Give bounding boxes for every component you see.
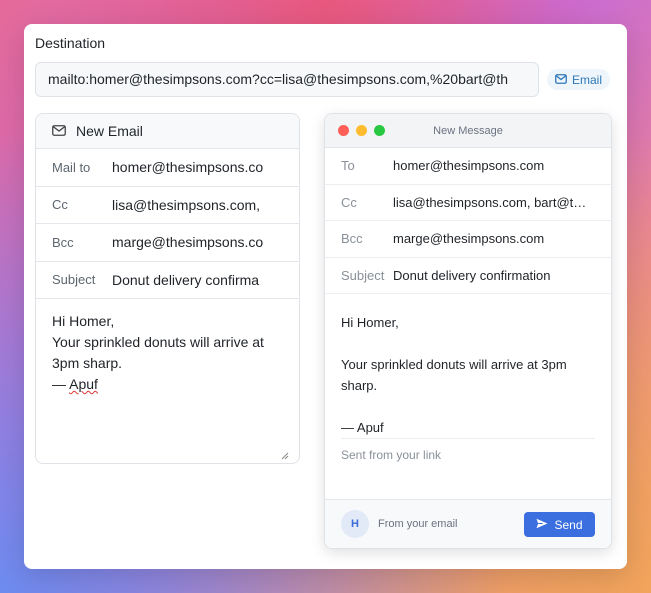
preview-signature: Sent from your link — [341, 438, 595, 480]
preview-cc-label: Cc — [341, 194, 357, 210]
preview-to-value: homer@thesimpsons.com — [393, 158, 545, 174]
preview-bcc-row: Bcc marge@thesimpsons.com — [325, 221, 611, 258]
new-email-title: New Email — [76, 123, 143, 139]
destination-url-field[interactable]: mailto:homer@thesimpsons.com?cc=lisa@the… — [35, 62, 539, 97]
from-label: From your email — [378, 518, 458, 530]
send-label: Send — [554, 517, 583, 532]
window-titlebar: New Message — [325, 114, 611, 148]
paper-plane-icon — [536, 518, 548, 532]
mail-to-input[interactable]: homer@thesimpsons.co — [112, 159, 299, 175]
preview-cc-row: Cc lisa@thesimpsons.com, bart@thesimpson… — [325, 185, 611, 221]
cc-input[interactable]: lisa@thesimpsons.com, — [112, 197, 299, 213]
send-button[interactable]: Send — [524, 512, 595, 537]
mailto-builder-card: Destination mailto:homer@thesimpsons.com… — [24, 24, 627, 569]
envelope-icon — [555, 73, 567, 87]
preview-subject-value: Donut delivery confirmation — [393, 267, 551, 283]
bcc-input[interactable]: marge@thesimpsons.co — [112, 234, 299, 250]
preview-bcc-value: marge@thesimpsons.com — [393, 231, 545, 247]
email-type-badge[interactable]: Email — [547, 69, 611, 90]
preview-to-label: To — [341, 158, 355, 174]
body-line: Your sprinkled donuts will arrive at 3pm… — [52, 334, 268, 371]
signature-dash: — — [52, 376, 70, 392]
new-email-form: New Email Mail to homer@thesimpsons.co C… — [35, 113, 300, 464]
mail-to-row: Mail to homer@thesimpsons.co — [36, 149, 299, 187]
avatar: H — [341, 510, 369, 538]
message-body-textarea[interactable]: Hi Homer, Your sprinkled donuts will arr… — [36, 299, 299, 461]
signature-name: Apuf — [69, 376, 98, 392]
subject-row: Subject Donut delivery confirma — [36, 262, 299, 299]
preview-cc-value: lisa@thesimpsons.com, bart@thesimpsons.c… — [393, 194, 611, 210]
preview-bcc-label: Bcc — [341, 231, 363, 247]
message-preview-window: New Message To homer@thesimpsons.com Cc … — [324, 113, 612, 549]
preview-to-row: To homer@thesimpsons.com — [325, 148, 611, 185]
bcc-row: Bcc marge@thesimpsons.co — [36, 224, 299, 262]
email-badge-label: Email — [572, 72, 603, 87]
subject-input[interactable]: Donut delivery confirma — [112, 272, 299, 288]
preview-body-text: Hi Homer, Your sprinkled donuts will arr… — [341, 315, 567, 435]
signature-line: — Apuf — [52, 374, 283, 395]
body-line: Hi Homer, — [52, 313, 115, 329]
preview-subject-label: Subject — [341, 267, 385, 283]
preview-footer: H From your email Send — [325, 499, 611, 548]
resize-handle-icon[interactable] — [281, 445, 289, 460]
new-email-header: New Email — [36, 114, 299, 149]
bcc-label: Bcc — [52, 234, 74, 250]
destination-label: Destination — [35, 35, 106, 51]
preview-subject-row: Subject Donut delivery confirmation — [325, 258, 611, 294]
cc-label: Cc — [52, 197, 68, 213]
cc-row: Cc lisa@thesimpsons.com, — [36, 187, 299, 224]
subject-label: Subject — [52, 272, 96, 288]
preview-body: Hi Homer, Your sprinkled donuts will arr… — [325, 294, 611, 438]
window-title: New Message — [433, 125, 503, 137]
envelope-icon — [52, 123, 66, 139]
mail-to-label: Mail to — [52, 159, 91, 175]
